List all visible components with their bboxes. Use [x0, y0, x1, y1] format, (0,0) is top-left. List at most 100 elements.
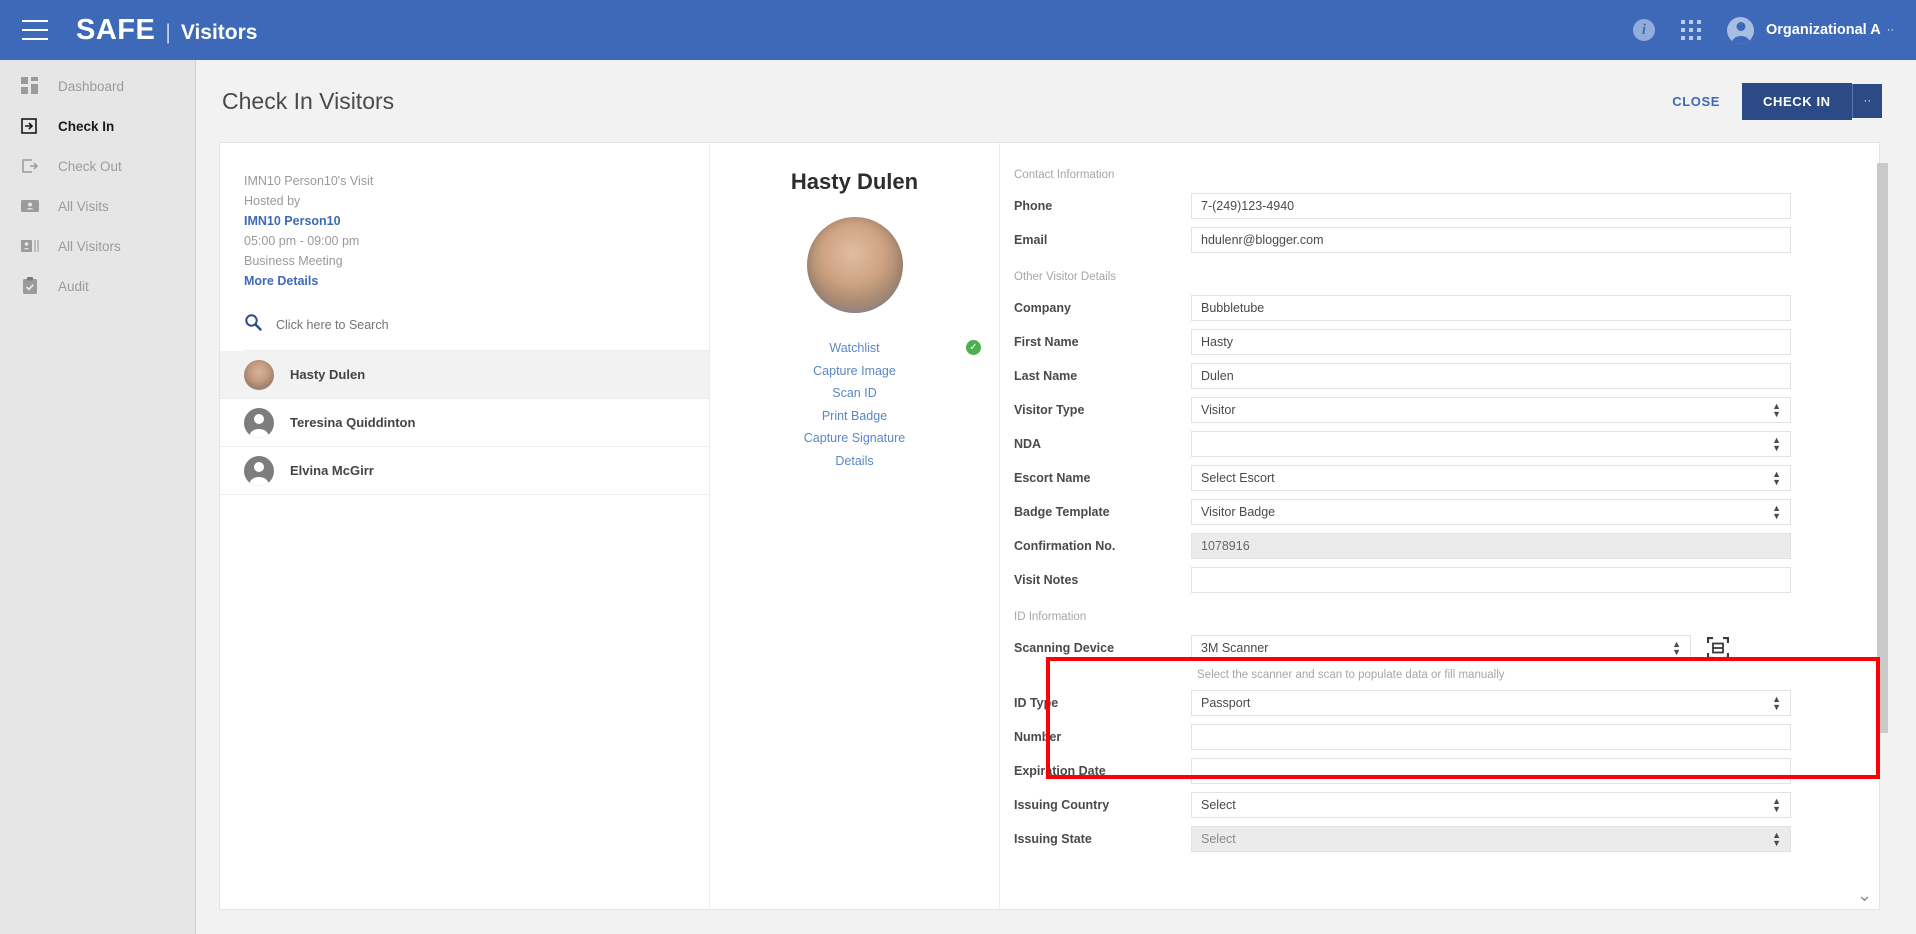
user-avatar-icon[interactable] — [1727, 16, 1754, 44]
expiration-date-label: Expiration Date — [1014, 764, 1106, 778]
issuing-state-value: Select — [1201, 832, 1236, 846]
select-arrows-icon: ▲ ▼ — [1772, 694, 1781, 712]
id-type-label: ID Type — [1014, 696, 1059, 710]
select-arrows-icon: ▲ ▼ — [1772, 830, 1781, 848]
visit-purpose: Business Meeting — [244, 254, 343, 268]
brand-name: SAFE — [76, 13, 156, 46]
scan-id-link[interactable]: Scan ID — [710, 382, 999, 405]
last-name-label: Last Name — [1014, 369, 1078, 383]
dashboard-icon — [20, 76, 40, 96]
org-name-label[interactable]: Organizational A — [1766, 22, 1881, 38]
check-out-icon — [20, 156, 40, 176]
visitor-detail-panel: Hasty Dulen Watchlist ✓ Capture Image Sc… — [710, 143, 1000, 909]
email-label: Email — [1014, 233, 1048, 247]
scanning-device-label: Scanning Device — [1014, 641, 1115, 655]
id-type-select[interactable]: Passport ▲ ▼ — [1191, 690, 1791, 716]
brand: SAFE | Visitors — [76, 14, 257, 47]
app-name: Visitors — [180, 20, 258, 44]
last-name-row: Last Name — [1008, 363, 1879, 389]
phone-row: Phone — [1008, 193, 1879, 219]
visit-notes-row: Visit Notes — [1008, 567, 1879, 593]
search-input[interactable] — [276, 317, 616, 332]
expiration-date-input[interactable] — [1191, 758, 1791, 784]
print-badge-link[interactable]: Print Badge — [710, 405, 999, 428]
select-arrows-icon: ▲ ▼ — [1672, 639, 1681, 657]
avatar — [244, 455, 274, 486]
sidebar-item-dashboard[interactable]: Dashboard — [0, 66, 195, 106]
first-name-label: First Name — [1014, 335, 1079, 349]
confirmation-no-row: Confirmation No. — [1008, 533, 1879, 559]
visitor-type-row: Visitor Type Visitor ▲ ▼ — [1008, 397, 1879, 423]
issuing-state-select: Select ▲ ▼ — [1191, 826, 1791, 852]
badge-template-label: Badge Template — [1014, 505, 1110, 519]
visit-host-name[interactable]: IMN10 Person10 — [244, 211, 709, 231]
sidebar: Dashboard Check In Check Out All Visits … — [0, 60, 196, 934]
sidebar-item-all-visits[interactable]: All Visits — [0, 186, 195, 226]
chevron-down-icon[interactable]: ·· — [1887, 24, 1894, 36]
company-row: Company — [1008, 295, 1879, 321]
last-name-input[interactable] — [1191, 363, 1791, 389]
capture-signature-link[interactable]: Capture Signature — [710, 427, 999, 450]
scan-frame-icon[interactable] — [1705, 635, 1731, 661]
select-arrows-icon: ▲ ▼ — [1772, 503, 1781, 521]
capture-image-link[interactable]: Capture Image — [710, 360, 999, 383]
visitor-type-value: Visitor — [1201, 403, 1236, 417]
more-details-link[interactable]: More Details — [244, 271, 709, 291]
all-visitors-icon — [20, 236, 40, 256]
check-in-dropdown-button[interactable]: ·· — [1851, 84, 1882, 118]
visitor-list-item[interactable]: Hasty Dulen — [220, 351, 709, 399]
contact-information-section-label: Contact Information — [1014, 169, 1115, 181]
page-title: Check In Visitors — [222, 87, 395, 114]
details-link[interactable]: Details — [710, 450, 999, 473]
escort-name-value: Select Escort — [1201, 471, 1275, 485]
brand-separator: | — [165, 20, 171, 44]
email-row: Email — [1008, 227, 1879, 253]
chevron-down-icon[interactable]: ⌄ — [1857, 885, 1872, 906]
info-icon[interactable]: i — [1633, 19, 1655, 41]
issuing-state-label: Issuing State — [1014, 832, 1092, 846]
escort-name-row: Escort Name Select Escort ▲ ▼ — [1008, 465, 1879, 491]
visitor-type-select[interactable]: Visitor ▲ ▼ — [1191, 397, 1791, 423]
first-name-input[interactable] — [1191, 329, 1791, 355]
company-input[interactable] — [1191, 295, 1791, 321]
nda-select[interactable]: ▲ ▼ — [1191, 431, 1791, 457]
close-button[interactable]: CLOSE — [1672, 94, 1720, 109]
visitor-name: Teresina Quiddinton — [290, 415, 416, 430]
scanning-device-select[interactable]: 3M Scanner ▲ ▼ — [1191, 635, 1691, 661]
hamburger-icon[interactable] — [22, 20, 48, 40]
visitor-detail-name: Hasty Dulen — [790, 169, 919, 194]
number-input[interactable] — [1191, 724, 1791, 750]
visit-and-visitors-panel: IMN10 Person10's Visit Hosted by IMN10 P… — [220, 143, 710, 909]
select-arrows-icon: ▲ ▼ — [1772, 435, 1781, 453]
select-arrows-icon: ▲ ▼ — [1772, 796, 1781, 814]
check-in-card: IMN10 Person10's Visit Hosted by IMN10 P… — [219, 142, 1880, 910]
visitor-type-label: Visitor Type — [1014, 403, 1085, 417]
issuing-country-row: Issuing Country Select ▲ ▼ — [1008, 792, 1879, 818]
check-in-button[interactable]: CHECK IN — [1742, 82, 1852, 120]
all-visits-icon — [20, 196, 40, 216]
badge-template-select[interactable]: Visitor Badge ▲ ▼ — [1191, 499, 1791, 525]
scanning-device-value: 3M Scanner — [1201, 641, 1269, 655]
issuing-country-select[interactable]: Select ▲ ▼ — [1191, 792, 1791, 818]
sidebar-item-check-out[interactable]: Check Out — [0, 146, 195, 186]
phone-label: Phone — [1014, 199, 1053, 213]
sidebar-item-check-in[interactable]: Check In — [0, 106, 195, 146]
visitor-list-item[interactable]: Elvina McGirr — [220, 447, 709, 495]
watchlist-link[interactable]: Watchlist — [710, 337, 999, 360]
sidebar-item-audit[interactable]: Audit — [0, 266, 195, 306]
issuing-state-row: Issuing State Select ▲ ▼ — [1008, 826, 1879, 852]
visit-notes-input[interactable] — [1191, 567, 1791, 593]
form-scrollbar[interactable] — [1877, 163, 1888, 733]
email-input[interactable] — [1191, 227, 1791, 253]
top-app-bar: SAFE | Visitors i Organizational A ·· — [0, 0, 1916, 60]
search-icon[interactable] — [244, 313, 262, 336]
phone-input[interactable] — [1191, 193, 1791, 219]
sidebar-item-all-visitors[interactable]: All Visitors — [0, 226, 195, 266]
escort-name-select[interactable]: Select Escort ▲ ▼ — [1191, 465, 1791, 491]
select-arrows-icon: ▲ ▼ — [1772, 469, 1781, 487]
audit-clipboard-icon — [20, 276, 40, 296]
sidebar-item-label: Audit — [58, 278, 89, 294]
apps-grid-icon[interactable] — [1681, 20, 1701, 40]
visitor-list-item[interactable]: Teresina Quiddinton — [220, 399, 709, 447]
scanning-device-row: Scanning Device 3M Scanner ▲ ▼ — [1008, 635, 1879, 661]
